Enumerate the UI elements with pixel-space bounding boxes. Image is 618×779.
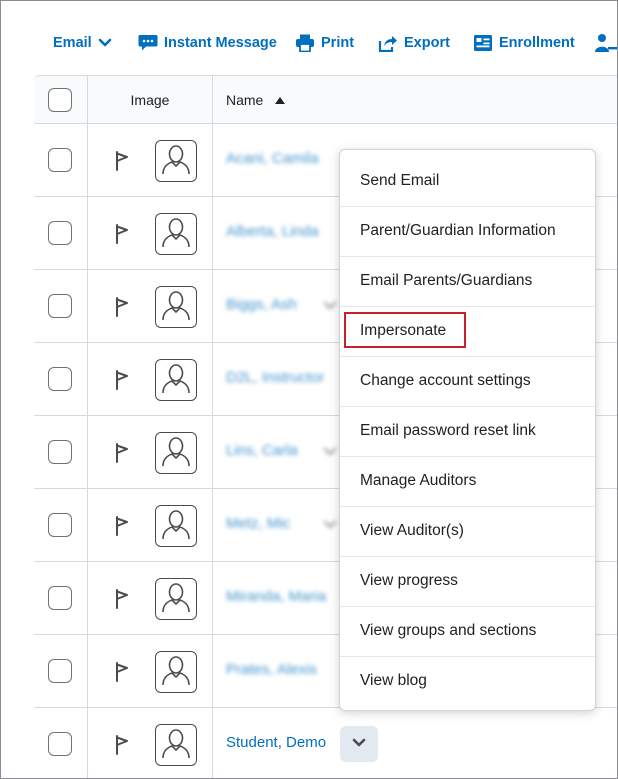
chevron-down-icon [323,298,337,316]
menu-item-send-email[interactable]: Send Email [340,156,595,206]
add-user-button[interactable] [595,31,617,55]
avatar [155,578,197,620]
flag-icon[interactable] [114,735,130,760]
user-context-menu: Send Email Parent/Guardian Information Ema… [339,149,596,711]
enrollment-icon [473,34,493,52]
row-select-checkbox[interactable] [48,732,72,756]
table-row: Student, Demo [34,707,617,778]
avatar [155,505,197,547]
avatar [155,724,197,766]
menu-item-parent-guardian-information[interactable]: Parent/Guardian Information [340,206,595,256]
user-actions-dropdown-button[interactable] [340,726,378,762]
user-silhouette-icon [160,508,192,545]
row-select-checkbox[interactable] [48,659,72,683]
menu-item-manage-auditors[interactable]: Manage Auditors [340,456,595,506]
menu-item-email-password-reset-link[interactable]: Email password reset link [340,406,595,456]
instant-message-button[interactable]: Instant Message [138,31,277,55]
flag-icon[interactable] [114,297,130,322]
avatar [155,432,197,474]
export-button[interactable]: Export [378,31,450,55]
export-label: Export [404,35,450,51]
user-name-link[interactable]: D2L, Instructor [226,369,324,386]
chevron-down-icon [323,444,337,462]
flag-icon[interactable] [114,224,130,249]
user-name-link[interactable]: Lins, Carla [226,442,298,459]
user-actions-dropdown-button[interactable] [320,443,340,463]
menu-item-change-account-settings[interactable]: Change account settings [340,356,595,406]
column-header-name[interactable]: Name [226,76,286,124]
row-select-checkbox[interactable] [48,513,72,537]
select-all-checkbox[interactable] [48,88,72,112]
menu-item-view-groups-and-sections[interactable]: View groups and sections [340,606,595,656]
avatar [155,651,197,693]
chevron-down-icon [98,38,112,48]
user-name-link[interactable]: Biggs, Ash [226,296,297,313]
user-silhouette-icon [160,289,192,326]
user-name-link[interactable]: Prates, Alexis [226,661,317,678]
avatar [155,140,197,182]
email-label: Email [53,35,92,51]
export-icon [378,34,398,52]
flag-icon[interactable] [114,589,130,614]
user-name-link[interactable]: Alberta, Linda [226,223,319,240]
user-actions-dropdown-button[interactable] [320,516,340,536]
row-select-checkbox[interactable] [48,294,72,318]
avatar [155,359,197,401]
user-silhouette-icon [160,654,192,691]
user-name-link[interactable]: Metz, Mic [226,515,290,532]
row-select-checkbox[interactable] [48,148,72,172]
user-name-link[interactable]: Student, Demo [226,734,326,751]
user-silhouette-icon [160,362,192,399]
flag-icon[interactable] [114,151,130,176]
sort-ascending-icon [275,96,286,104]
user-silhouette-icon [160,143,192,180]
chat-icon [138,34,158,52]
user-silhouette-icon [160,727,192,764]
avatar [155,213,197,255]
flag-icon[interactable] [114,443,130,468]
row-select-checkbox[interactable] [48,440,72,464]
row-select-checkbox[interactable] [48,367,72,391]
chevron-down-icon [352,735,366,753]
action-toolbar: Email Instant Message Print Export Enrol… [1,1,617,75]
enrollment-button[interactable]: Enrollment [473,31,575,55]
chevron-down-icon [323,517,337,535]
menu-item-view-auditors[interactable]: View Auditor(s) [340,506,595,556]
column-header-name-label: Name [226,92,264,108]
column-header-image: Image [130,92,170,108]
enrollment-label: Enrollment [499,35,575,51]
user-name-link[interactable]: Miranda, Maria [226,588,326,605]
user-name-link[interactable]: Acani, Camila [226,150,319,167]
instant-message-label: Instant Message [164,35,277,51]
menu-item-email-parents-guardians[interactable]: Email Parents/Guardians [340,256,595,306]
menu-item-view-blog[interactable]: View blog [340,656,595,706]
row-select-checkbox[interactable] [48,221,72,245]
print-label: Print [321,35,355,51]
print-button[interactable]: Print [295,31,354,55]
highlight-annotation [344,312,466,348]
user-silhouette-icon [160,216,192,253]
user-silhouette-icon [160,581,192,618]
table-header: Image Name [34,75,617,124]
flag-icon[interactable] [114,662,130,687]
flag-icon[interactable] [114,516,130,541]
add-user-icon [595,33,617,53]
menu-item-view-progress[interactable]: View progress [340,556,595,606]
user-silhouette-icon [160,435,192,472]
classlist-panel: Email Instant Message Print Export Enrol… [0,0,618,779]
flag-icon[interactable] [114,370,130,395]
avatar [155,286,197,328]
row-select-checkbox[interactable] [48,586,72,610]
user-actions-dropdown-button[interactable] [320,297,340,317]
email-menu-button[interactable]: Email [53,31,112,55]
printer-icon [295,34,315,52]
